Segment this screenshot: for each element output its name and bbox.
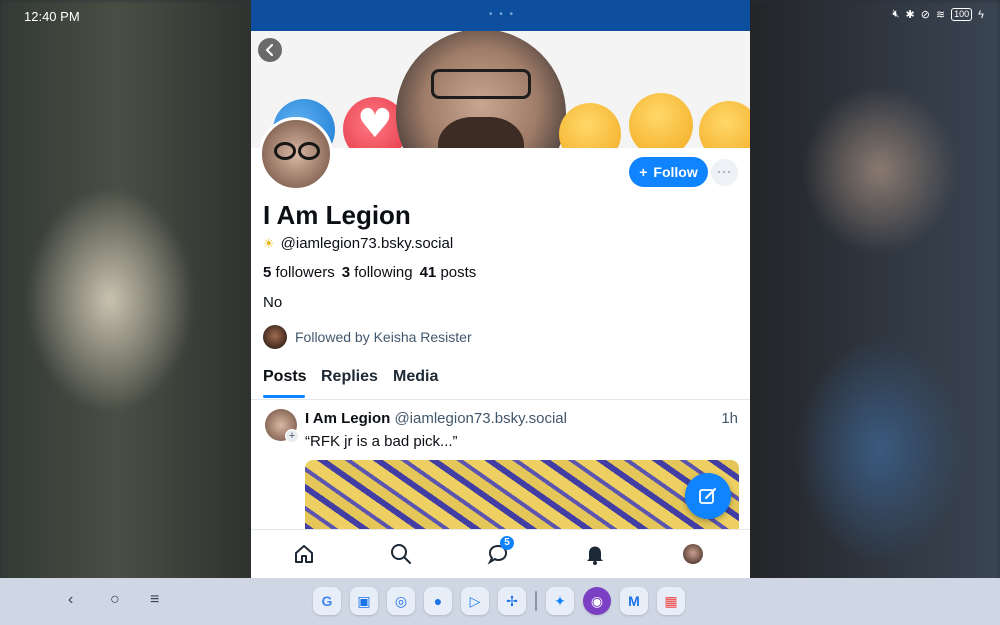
dnd-icon: ⊘ xyxy=(920,9,930,21)
home-icon xyxy=(295,545,313,563)
compose-icon xyxy=(699,488,716,504)
tab-replies[interactable]: Replies xyxy=(321,368,378,386)
status-time: 12:40 PM xyxy=(24,9,80,24)
post-image[interactable] xyxy=(305,460,739,530)
app-drawer-icon[interactable]: ▦ xyxy=(657,587,685,615)
wow-reaction-image xyxy=(629,93,693,148)
profile-bio: No xyxy=(263,294,283,311)
nav-home[interactable] xyxy=(292,542,316,566)
follow-button[interactable]: + Follow xyxy=(629,157,708,187)
recents-nav-icon[interactable]: ≡ xyxy=(150,591,159,609)
bluesky-app-window: • • • + Follow ··· I Am Legion ☀ @iamleg… xyxy=(251,0,750,578)
bluesky-icon[interactable]: ✦ xyxy=(546,587,574,615)
system-icons: 🔇︎ ✱ ⊘ ≋ 100 ϟ xyxy=(893,8,984,21)
bottom-navigation: 5 xyxy=(251,529,750,578)
plus-icon[interactable]: + xyxy=(285,429,299,443)
profile-avatar[interactable] xyxy=(259,117,333,191)
post-header: I Am Legion @iamlegion73.bsky.social xyxy=(305,410,567,427)
search-icon xyxy=(391,544,411,564)
tab-media[interactable]: Media xyxy=(393,368,438,386)
profile-banner[interactable] xyxy=(251,31,750,148)
followed-by-text: Followed by Keisha Resister xyxy=(295,329,472,345)
profile-display-name: I Am Legion xyxy=(263,200,411,230)
assistant-icon[interactable]: ● xyxy=(424,587,452,615)
google-icon[interactable]: G xyxy=(313,587,341,615)
followers-link[interactable]: 5 followers xyxy=(263,264,335,281)
following-link[interactable]: 3 following xyxy=(342,264,413,281)
post-text: “RFK jr is a bad pick...” xyxy=(305,433,458,450)
chevron-left-icon xyxy=(265,44,273,56)
back-button[interactable] xyxy=(258,38,282,62)
pinwheel-icon[interactable]: ✢ xyxy=(498,587,526,615)
wow-reaction-image-2 xyxy=(699,101,750,148)
tab-posts[interactable]: Posts xyxy=(263,368,307,386)
profile-tabs: Posts Replies Media xyxy=(251,362,750,400)
nav-search[interactable] xyxy=(389,542,413,566)
back-nav-icon[interactable]: ‹ xyxy=(68,591,73,609)
messages-icon[interactable]: ▣ xyxy=(350,587,378,615)
bell-icon xyxy=(587,546,603,565)
plus-icon: + xyxy=(639,164,648,180)
window-title-strip: • • • xyxy=(251,0,750,31)
follow-label: Follow xyxy=(653,164,698,180)
follower-avatar xyxy=(263,325,287,349)
post-author-name[interactable]: I Am Legion xyxy=(305,410,390,427)
beeper-icon[interactable]: ◉ xyxy=(583,587,611,615)
haha-reaction-image xyxy=(559,103,621,148)
profile-handle: @iamlegion73.bsky.social xyxy=(280,235,454,252)
chrome-icon[interactable]: ◎ xyxy=(387,587,415,615)
feed-post[interactable]: + I Am Legion @iamlegion73.bsky.social 1… xyxy=(251,400,750,530)
more-options-button[interactable]: ··· xyxy=(711,159,738,186)
nav-profile[interactable] xyxy=(681,542,705,566)
app-dock: G ▣ ◎ ● ▷ ✢ ✦ ◉ M ▦ xyxy=(313,587,685,615)
bluetooth-icon: ✱ xyxy=(905,9,915,21)
battery-icon: 100 xyxy=(951,8,973,21)
sun-icon: ☀ xyxy=(263,235,275,251)
dock-separator xyxy=(535,591,537,611)
followed-by-row[interactable]: Followed by Keisha Resister xyxy=(263,325,472,349)
post-author-avatar[interactable]: + xyxy=(265,409,299,443)
post-author-handle: @iamlegion73.bsky.social xyxy=(394,410,567,427)
posts-count: 41 posts xyxy=(419,264,477,281)
banner-face-image xyxy=(396,31,566,148)
nav-chat[interactable]: 5 xyxy=(486,536,514,566)
home-nav-icon[interactable]: ○ xyxy=(110,591,120,609)
window-drag-handle[interactable]: • • • xyxy=(489,9,515,20)
profile-avatar xyxy=(683,544,703,564)
chat-badge: 5 xyxy=(500,536,514,550)
active-tab-indicator xyxy=(263,395,305,398)
nav-notifications[interactable] xyxy=(583,542,607,566)
wifi-icon: ≋ xyxy=(935,9,946,21)
gmail-icon[interactable]: M xyxy=(620,587,648,615)
profile-stats: 5 followers 3 following 41 posts xyxy=(263,264,476,281)
compose-button[interactable] xyxy=(685,473,731,519)
taskbar: ‹ ○ ≡ G ▣ ◎ ● ▷ ✢ ✦ ◉ M ▦ xyxy=(0,578,1000,625)
mute-icon: 🔇︎ xyxy=(892,8,900,20)
post-timestamp: 1h xyxy=(721,410,738,427)
profile-handle-row: ☀ @iamlegion73.bsky.social xyxy=(263,235,453,252)
charging-icon: ϟ xyxy=(978,8,984,21)
play-store-icon[interactable]: ▷ xyxy=(461,587,489,615)
